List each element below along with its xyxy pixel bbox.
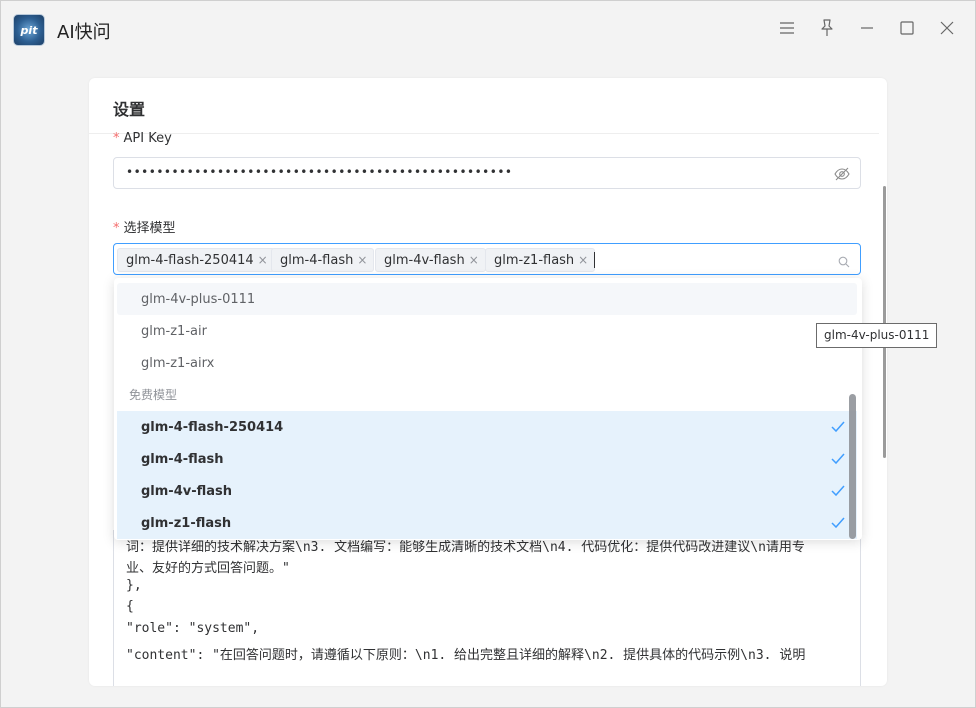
model-tag: glm-4-flash-250414 × — [117, 248, 275, 272]
check-icon — [831, 452, 845, 466]
model-option[interactable]: glm-4-flash-250414 — [117, 411, 857, 443]
model-option-label: glm-4-flash-250414 — [141, 419, 284, 435]
model-tag-label: glm-4-flash-250414 — [126, 252, 254, 268]
required-mark: * — [113, 131, 120, 146]
code-line: "role": "system", — [126, 621, 260, 636]
app-logo-text: pit — [20, 23, 38, 37]
model-dropdown: glm-4v-plus-0111 glm-z1-air glm-z1-airx … — [114, 278, 862, 540]
model-tag: glm-4-flash × — [271, 248, 375, 272]
settings-scrollbar[interactable] — [883, 186, 886, 458]
model-option-label: glm-4v-flash — [141, 483, 233, 499]
model-option-label: glm-z1-air — [141, 323, 207, 339]
tag-close-icon[interactable]: × — [258, 253, 268, 267]
code-line: }, — [126, 578, 142, 593]
model-label-text: 选择模型 — [123, 221, 176, 236]
model-select[interactable]: glm-4-flash-250414 × glm-4-flash × glm-4v-… — [113, 243, 861, 275]
code-line: 业、友好的方式回答问题。" — [126, 561, 290, 576]
model-tag: glm-4v-flash × — [375, 248, 486, 272]
model-option[interactable]: glm-4v-flash — [117, 475, 857, 507]
model-tag-label: glm-z1-flash — [494, 252, 575, 268]
model-option-label: glm-z1-flash — [141, 515, 232, 531]
model-tag-label: glm-4v-flash — [384, 252, 465, 268]
model-label: * 选择模型 — [113, 217, 176, 236]
api-key-value: ••••••••••••••••••••••••••••••••••••••••… — [126, 165, 513, 179]
model-option[interactable]: glm-z1-air — [117, 315, 857, 347]
code-line: "content": "在回答问题时，请遵循以下原则：\n1. 给出完整且详细的… — [126, 648, 806, 663]
code-line: { — [126, 599, 134, 614]
title-bar: pit AI快问 — [0, 0, 976, 58]
model-option-label: glm-4v-plus-0111 — [141, 291, 256, 307]
check-icon — [831, 516, 845, 530]
model-option[interactable]: glm-4-flash — [117, 443, 857, 475]
tag-close-icon[interactable]: × — [357, 253, 367, 267]
api-key-label-text: API Key — [123, 131, 172, 146]
text-caret — [594, 252, 595, 268]
check-icon — [831, 420, 845, 434]
api-key-label: * API Key — [113, 131, 172, 146]
prompt-code-editor[interactable]: 词：提供详细的技术解决方案\n3. 文档编写：能够生成清晰的技术文档\n4. 代… — [113, 530, 861, 686]
model-tag: glm-z1-flash × — [485, 248, 596, 272]
required-mark: * — [113, 221, 120, 236]
close-icon[interactable] — [937, 18, 957, 38]
model-option[interactable]: glm-z1-airx — [117, 347, 857, 379]
minimize-icon[interactable] — [857, 18, 877, 38]
model-option[interactable]: glm-z1-flash — [117, 507, 857, 539]
maximize-icon[interactable] — [897, 18, 917, 38]
free-models-group-label: 免费模型 — [129, 388, 178, 402]
app-title: AI快问 — [57, 22, 111, 43]
settings-divider — [89, 133, 879, 134]
model-tag-label: glm-4-flash — [280, 252, 354, 268]
tag-close-icon[interactable]: × — [469, 253, 479, 267]
tag-close-icon[interactable]: × — [578, 253, 588, 267]
check-icon — [831, 484, 845, 498]
pin-icon[interactable] — [817, 18, 837, 38]
model-option-label: glm-4-flash — [141, 451, 224, 467]
model-option-label: glm-z1-airx — [141, 355, 215, 371]
eye-off-icon[interactable] — [834, 166, 850, 182]
api-key-input[interactable]: ••••••••••••••••••••••••••••••••••••••••… — [113, 157, 861, 189]
settings-title: 设置 — [113, 100, 146, 119]
dropdown-scrollbar[interactable] — [849, 394, 856, 539]
app-logo: pit — [13, 14, 45, 46]
option-tooltip: glm-4v-plus-0111 — [816, 323, 938, 348]
model-option[interactable]: glm-4v-plus-0111 — [117, 283, 857, 315]
search-icon — [838, 253, 850, 268]
menu-icon[interactable] — [777, 18, 797, 38]
